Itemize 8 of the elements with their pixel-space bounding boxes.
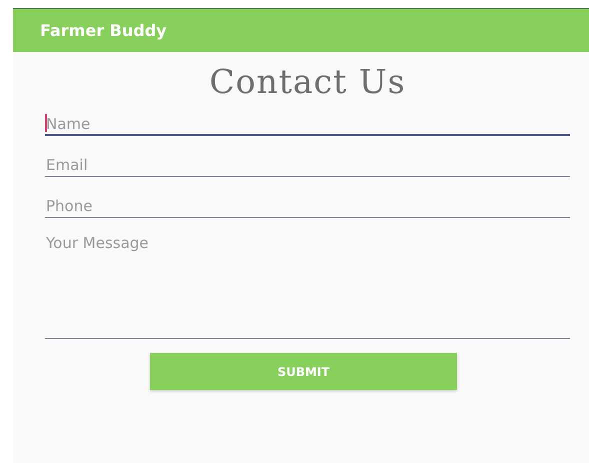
input-field[interactable]: Email <box>45 146 570 177</box>
message-field[interactable]: Your Message <box>45 228 570 339</box>
text-cursor <box>45 114 47 132</box>
app-title: Farmer Buddy <box>40 21 167 40</box>
page-heading: Contact Us <box>208 62 407 101</box>
input-field[interactable]: Name <box>45 105 570 136</box>
input-field[interactable]: Phone <box>45 187 570 218</box>
submit-button[interactable]: SUBMIT <box>150 353 457 390</box>
